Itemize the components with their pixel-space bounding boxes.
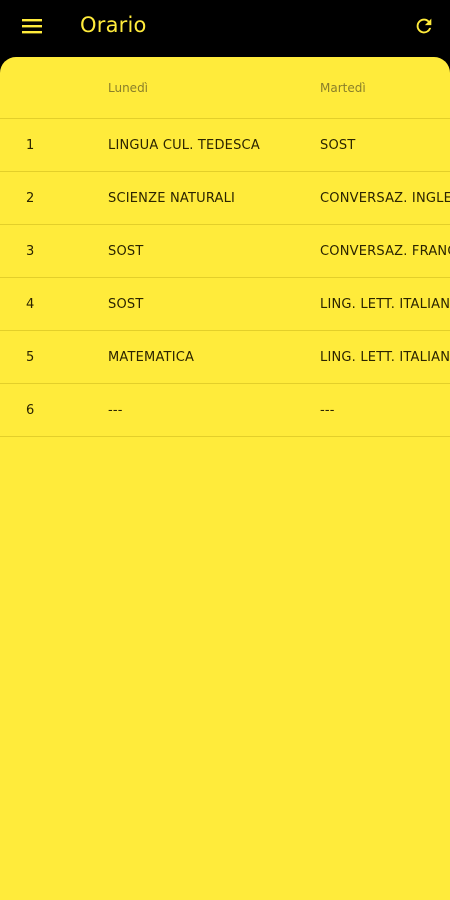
hour-number: 6 (26, 402, 35, 418)
refresh-button[interactable] (406, 10, 442, 46)
table-header-row: Lunedì Martedì (0, 57, 450, 119)
hour-number: 1 (26, 137, 35, 153)
monday-subject: SOST (108, 243, 144, 259)
tuesday-subject: CONVERSAZ. FRANCESE (320, 243, 450, 259)
column-header-monday: Lunedì (108, 80, 149, 95)
monday-subject: SOST (108, 296, 144, 312)
tuesday-subject: LING. LETT. ITALIANA (320, 349, 450, 365)
page-title: Orario (80, 13, 147, 37)
monday-subject: --- (108, 402, 123, 418)
monday-subject: LINGUA CUL. TEDESCA (108, 137, 260, 153)
hour-number: 5 (26, 349, 35, 365)
table-row: 2 SCIENZE NATURALI CONVERSAZ. INGLESE (0, 172, 450, 225)
table-row: 3 SOST CONVERSAZ. FRANCESE (0, 225, 450, 278)
column-header-hour (26, 57, 86, 118)
top-app-bar: Orario (0, 0, 450, 56)
table-row: 4 SOST LING. LETT. ITALIANA (0, 278, 450, 331)
refresh-icon (413, 15, 435, 41)
table-row: 5 MATEMATICA LING. LETT. ITALIANA (0, 331, 450, 384)
hour-number: 3 (26, 243, 35, 259)
menu-button[interactable] (14, 10, 50, 46)
hamburger-menu-icon (21, 17, 43, 39)
app-root: Orario Lunedì Martedì 1 LINGUA CUL. TEDE… (0, 0, 450, 900)
hour-number: 4 (26, 296, 35, 312)
timetable: Lunedì Martedì 1 LINGUA CUL. TEDESCA SOS… (0, 57, 450, 437)
table-row: 1 LINGUA CUL. TEDESCA SOST (0, 119, 450, 172)
monday-subject: SCIENZE NATURALI (108, 190, 236, 206)
column-header-tuesday: Martedì (320, 80, 366, 95)
hour-number: 2 (26, 190, 35, 206)
tuesday-subject: --- (320, 402, 335, 418)
monday-subject: MATEMATICA (108, 349, 195, 365)
tuesday-subject: LING. LETT. ITALIANA (320, 296, 450, 312)
table-row: 6 --- --- (0, 384, 450, 437)
tuesday-subject: SOST (320, 137, 356, 153)
tuesday-subject: CONVERSAZ. INGLESE (320, 190, 450, 206)
timetable-sheet: Lunedì Martedì 1 LINGUA CUL. TEDESCA SOS… (0, 57, 450, 900)
